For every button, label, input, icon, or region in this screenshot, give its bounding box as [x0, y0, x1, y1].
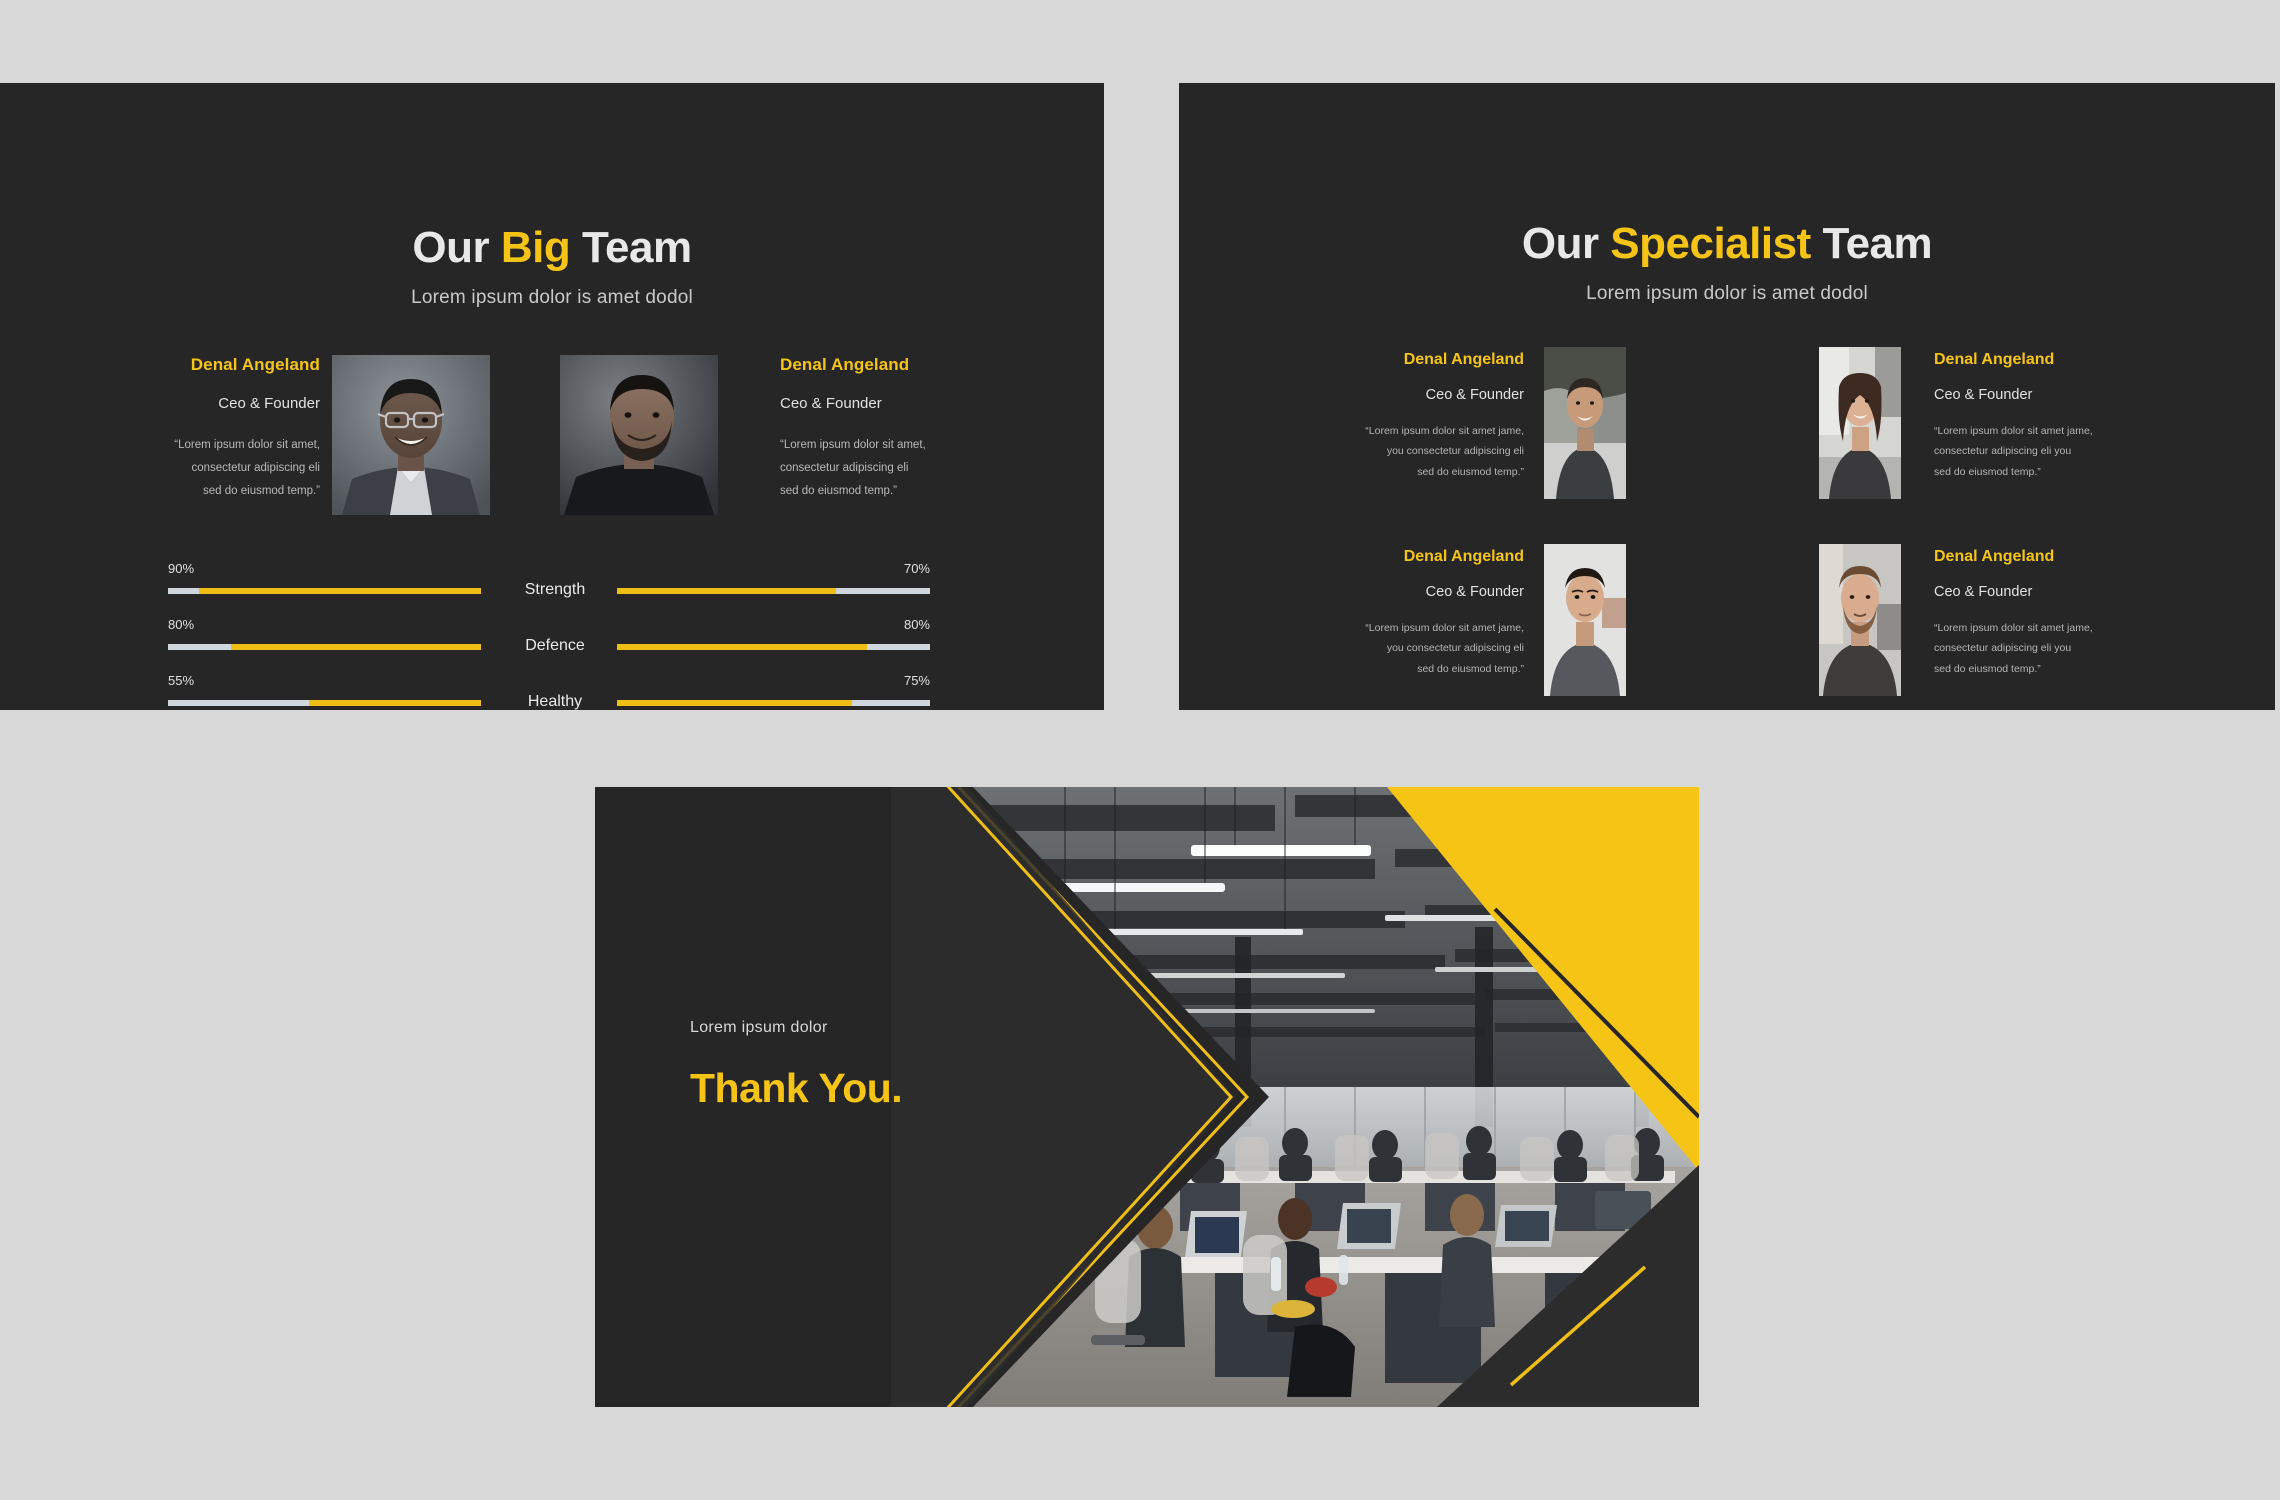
thank-you-heading: Thank You.: [690, 1065, 903, 1111]
slide2-subtitle: Lorem ipsum dolor is amet dodol: [1586, 283, 1868, 304]
quote-line: sed do eiusmod temp.”: [1934, 662, 2041, 675]
profile-name: Denal Angeland: [1934, 548, 2055, 565]
slide2-header: Our Specialist Team Lorem ipsum dolor is…: [1179, 219, 2275, 305]
quote-line: sed do eiusmod temp.”: [1934, 465, 2041, 478]
quote-line: consectetur adipiscing eli: [780, 462, 909, 474]
profile-photo: [560, 355, 718, 515]
quote-line: “Lorem ipsum dolor sit amet,: [780, 439, 926, 451]
slide2-profile-grid: Denal Angeland Ceo & Founder “Lorem ipsu…: [1179, 347, 2275, 696]
profile-text: Denal Angeland Ceo & Founder “Lorem ipsu…: [1289, 351, 1524, 482]
profile-card[interactable]: Denal Angeland Ceo & Founder “Lorem ipsu…: [1729, 544, 2169, 698]
thank-you-eyebrow: Lorem ipsum dolor: [690, 1019, 828, 1036]
profile-quote: “Lorem ipsum dolor sit amet jame, you co…: [1289, 618, 1524, 679]
skill-track: [617, 644, 930, 650]
skill-row: 80% Defence 80%: [0, 617, 1104, 673]
skill-fill: [230, 644, 481, 650]
quote-line: consectetur adipiscing eli: [191, 462, 321, 474]
profile-quote: “Lorem ipsum dolor sit amet jame, consec…: [1934, 618, 2169, 679]
profile-quote: “Lorem ipsum dolor sit amet jame, consec…: [1934, 421, 2169, 482]
profile-name: Denal Angeland: [190, 355, 320, 374]
profile-role: Ceo & Founder: [780, 395, 882, 412]
profile-text: Denal Angeland Ceo & Founder “Lorem ipsu…: [1934, 548, 2169, 679]
profile-role: Ceo & Founder: [1934, 584, 2033, 600]
slide1-profile-group: Denal Angeland Ceo & Founder “Lorem ipsu…: [0, 355, 1104, 525]
skill-row: 55% Healthy 75%: [0, 673, 1104, 710]
skill-percent-label: 55%: [168, 673, 195, 688]
slide1-subtitle: Lorem ipsum dolor is amet dodol: [411, 287, 693, 308]
slide-our-big-team[interactable]: Our Big Team Lorem ipsum dolor is amet d…: [0, 83, 1104, 710]
slide2-title-part1: Our: [1521, 219, 1611, 268]
profile-quote: “Lorem ipsum dolor sit amet jame, you co…: [1289, 421, 1524, 482]
skill-fill: [617, 588, 837, 594]
quote-line: sed do eiusmod temp.”: [780, 485, 897, 497]
skill-track: [168, 644, 481, 650]
skill-fill: [308, 700, 481, 706]
quote-line: “Lorem ipsum dolor sit amet jame,: [1365, 425, 1524, 437]
quote-line: you consectetur adipiscing eli: [1386, 642, 1524, 655]
profile-text: Denal Angeland Ceo & Founder “Lorem ipsu…: [780, 355, 980, 503]
skill-row: 90% Strength 70%: [0, 561, 1104, 617]
quote-line: consectetur adipiscing eli you: [1934, 445, 2072, 458]
profile-quote: “Lorem ipsum dolor sit amet, consectetur…: [120, 434, 320, 503]
profile-name: Denal Angeland: [1934, 351, 2055, 368]
skill-percent-label: 70%: [903, 561, 930, 576]
profile-text: Denal Angeland Ceo & Founder “Lorem ipsu…: [1289, 548, 1524, 679]
profile-photo: [1819, 544, 1901, 696]
slide1-title: Our Big Team: [0, 223, 1104, 273]
slide1-header: Our Big Team Lorem ipsum dolor is amet d…: [0, 223, 1104, 309]
slide2-title-accent: Specialist: [1610, 219, 1811, 268]
profile-role: Ceo & Founder: [1425, 584, 1524, 600]
slide2-title-part2: Team: [1810, 219, 1933, 268]
skill-percent-label: 75%: [903, 673, 930, 688]
profile-photo: [332, 355, 490, 515]
quote-line: sed do eiusmod temp.”: [1417, 662, 1524, 675]
slide1-title-part2: Team: [570, 223, 692, 272]
profile-card[interactable]: Denal Angeland Ceo & Founder “Lorem ipsu…: [1289, 347, 1729, 501]
profile-text: Denal Angeland Ceo & Founder “Lorem ipsu…: [1934, 351, 2169, 482]
quote-line: “Lorem ipsum dolor sit amet jame,: [1365, 622, 1524, 634]
quote-line: sed do eiusmod temp.”: [1417, 465, 1524, 478]
skill-track: [168, 588, 481, 594]
profile-photo: [1544, 347, 1626, 499]
skill-percent-label: 80%: [903, 617, 930, 632]
profile-card[interactable]: Denal Angeland Ceo & Founder “Lorem ipsu…: [1729, 347, 2169, 501]
quote-line: sed do eiusmod temp.”: [203, 485, 320, 497]
profile-photo: [1819, 347, 1901, 499]
profile-role: Ceo & Founder: [1934, 387, 2033, 403]
quote-line: “Lorem ipsum dolor sit amet,: [174, 439, 320, 451]
profile-quote: “Lorem ipsum dolor sit amet, consectetur…: [780, 434, 980, 503]
quote-line: “Lorem ipsum dolor sit amet jame,: [1934, 622, 2093, 634]
skill-percent-label: 80%: [168, 617, 195, 632]
skill-track: [617, 588, 930, 594]
profile-card[interactable]: Denal Angeland Ceo & Founder “Lorem ipsu…: [560, 355, 980, 525]
slide1-title-part1: Our: [412, 223, 501, 272]
thank-you-text-block: Lorem ipsum dolor Thank You.: [690, 1019, 1110, 1112]
profile-role: Ceo & Founder: [1425, 387, 1524, 403]
profile-role: Ceo & Founder: [218, 395, 320, 412]
quote-line: consectetur adipiscing eli you: [1934, 642, 2072, 655]
profile-name: Denal Angeland: [1403, 351, 1524, 368]
skill-fill: [199, 588, 481, 594]
quote-line: you consectetur adipiscing eli: [1386, 445, 1524, 458]
slide-thank-you[interactable]: Lorem ipsum dolor Thank You.: [595, 787, 1699, 1407]
slide-our-specialist-team[interactable]: Our Specialist Team Lorem ipsum dolor is…: [1179, 83, 2275, 710]
profile-name: Denal Angeland: [1403, 548, 1524, 565]
profile-name: Denal Angeland: [780, 355, 910, 374]
skill-name: Healthy: [527, 693, 583, 710]
skill-name: Strength: [524, 581, 586, 598]
skill-percent-label: 90%: [168, 561, 195, 576]
skill-fill: [617, 644, 868, 650]
quote-line: “Lorem ipsum dolor sit amet jame,: [1934, 425, 2093, 437]
skill-fill: [617, 700, 852, 706]
profile-photo: [1544, 544, 1626, 696]
slide1-title-accent: Big: [500, 223, 571, 272]
skill-bar-group: 90% Strength 70% 80% Defence 80% 55% Hea…: [0, 561, 1104, 710]
skill-name: Defence: [525, 637, 585, 654]
profile-text: Denal Angeland Ceo & Founder “Lorem ipsu…: [120, 355, 320, 503]
skill-track: [617, 700, 930, 706]
profile-card[interactable]: Denal Angeland Ceo & Founder “Lorem ipsu…: [1289, 544, 1729, 698]
slide2-title: Our Specialist Team: [1179, 219, 2275, 269]
skill-track: [168, 700, 481, 706]
profile-card[interactable]: Denal Angeland Ceo & Founder “Lorem ipsu…: [120, 355, 540, 525]
